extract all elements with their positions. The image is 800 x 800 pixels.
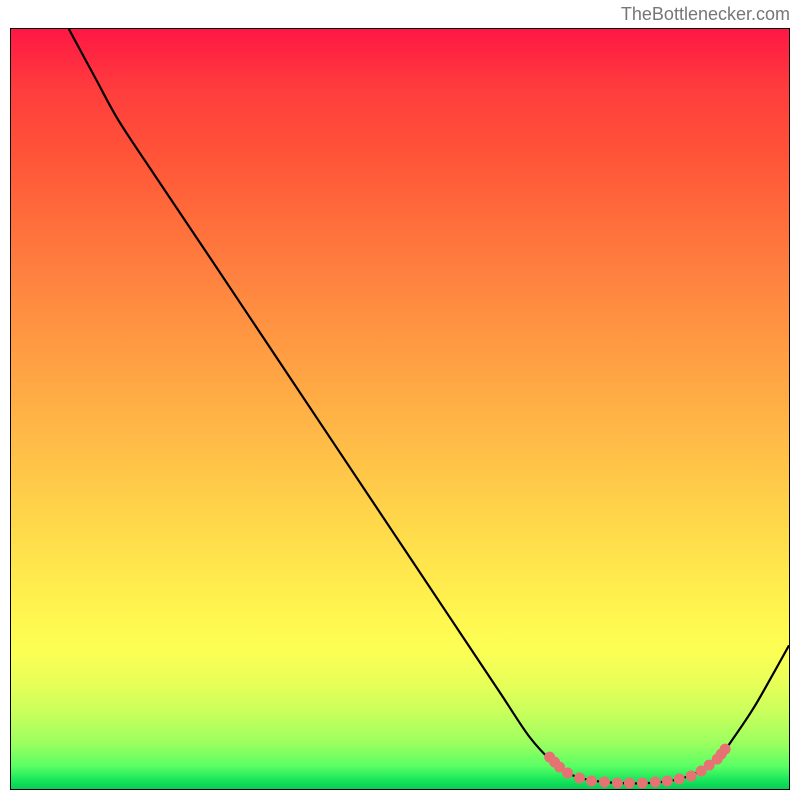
bottleneck-curve xyxy=(69,29,789,783)
marker-dot xyxy=(637,778,648,789)
marker-dot xyxy=(650,777,661,788)
marker-dot xyxy=(624,778,635,789)
marker-dot xyxy=(612,778,623,789)
chart-plot-area xyxy=(10,28,790,790)
marker-dot xyxy=(562,768,573,779)
marker-dot xyxy=(720,744,731,755)
marker-dot xyxy=(586,776,597,787)
marker-dot xyxy=(574,773,585,784)
marker-dot xyxy=(662,776,673,787)
marker-dot xyxy=(686,771,697,782)
marker-dots-group xyxy=(544,744,731,789)
chart-svg xyxy=(11,29,789,789)
marker-dot xyxy=(674,774,685,785)
marker-dot xyxy=(599,777,610,788)
watermark-text: TheBottlenecker.com xyxy=(621,4,790,25)
